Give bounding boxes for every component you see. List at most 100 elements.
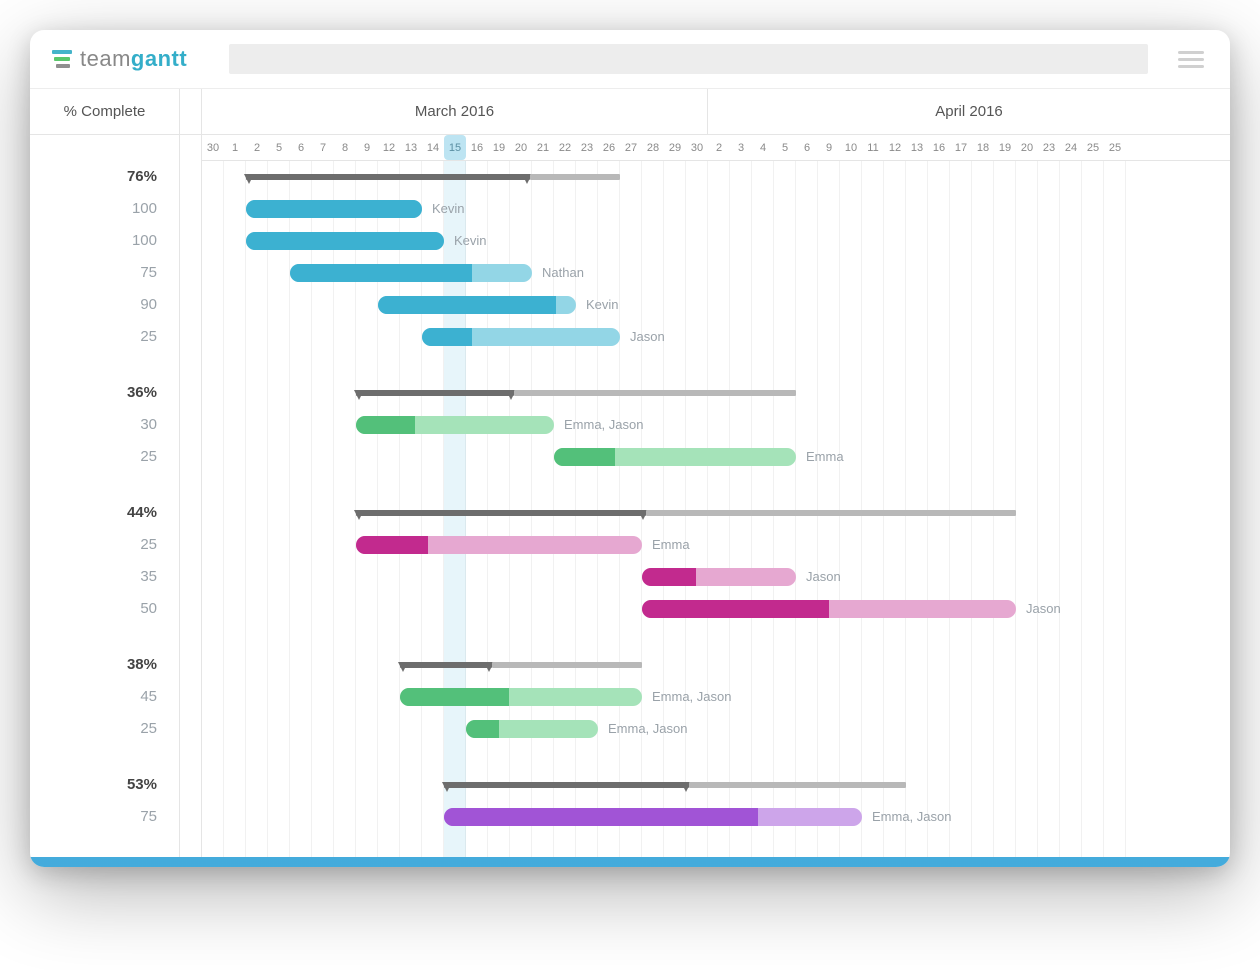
task-pct: 90	[30, 289, 179, 321]
task-row: Emma	[202, 529, 1230, 561]
task-bar[interactable]: Emma	[554, 448, 796, 466]
assignee-label: Emma	[806, 448, 844, 466]
task-row: Emma, Jason	[202, 801, 1230, 833]
task-bar-progress	[554, 448, 615, 466]
summary-bar-remaining[interactable]	[689, 782, 906, 788]
assignee-label: Kevin	[432, 200, 465, 218]
summary-bar-remaining[interactable]	[514, 390, 796, 396]
day-header-cell: 26	[598, 135, 620, 160]
task-bar[interactable]: Nathan	[290, 264, 532, 282]
day-header-cell: 25	[1082, 135, 1104, 160]
task-bar[interactable]: Emma, Jason	[444, 808, 862, 826]
day-header-cell: 23	[576, 135, 598, 160]
day-header-cell: 29	[664, 135, 686, 160]
task-pct: 25	[30, 713, 179, 745]
summary-bar[interactable]	[356, 390, 514, 396]
logo[interactable]: teamgantt	[52, 46, 187, 72]
summary-bar-remaining[interactable]	[646, 510, 1016, 516]
summary-row	[202, 161, 1230, 193]
task-pct: 100	[30, 193, 179, 225]
summary-bar[interactable]	[246, 174, 530, 180]
task-bar-progress	[642, 568, 696, 586]
task-bar[interactable]: Emma	[356, 536, 642, 554]
assignee-label: Emma, Jason	[608, 720, 687, 738]
task-pct: 30	[30, 409, 179, 441]
assignee-label: Kevin	[454, 232, 487, 250]
summary-row	[202, 649, 1230, 681]
task-row: Kevin	[202, 225, 1230, 257]
task-bar-progress	[290, 264, 472, 282]
day-header-cell: 24	[1060, 135, 1082, 160]
column-header: % Complete March 2016 April 2016	[30, 89, 1230, 135]
task-row: Emma, Jason	[202, 681, 1230, 713]
day-header-cell: 18	[972, 135, 994, 160]
assignee-label: Jason	[630, 328, 665, 346]
day-header-cell: 19	[488, 135, 510, 160]
task-bar[interactable]: Kevin	[246, 200, 422, 218]
pct-complete-header: % Complete	[30, 89, 180, 134]
summary-row	[202, 377, 1230, 409]
day-header-cell: 12	[884, 135, 906, 160]
logo-text: teamgantt	[80, 46, 187, 72]
month-header-2: April 2016	[708, 89, 1230, 134]
day-header-cell: 12	[378, 135, 400, 160]
day-header-cell: 23	[1038, 135, 1060, 160]
task-bar[interactable]: Jason	[642, 568, 796, 586]
menu-icon[interactable]	[1178, 51, 1204, 68]
task-bar-progress	[246, 200, 422, 218]
task-bar[interactable]: Emma, Jason	[356, 416, 554, 434]
task-bar-progress	[444, 808, 758, 826]
rows-area: KevinKevinNathanKevinJasonEmma, JasonEmm…	[202, 161, 1230, 857]
day-header-cell: 14	[422, 135, 444, 160]
day-header-cell: 21	[532, 135, 554, 160]
task-bar-progress	[356, 536, 428, 554]
task-bar-progress	[642, 600, 829, 618]
day-header-cell: 10	[840, 135, 862, 160]
bottom-glow	[30, 857, 1230, 867]
group-pct: 44%	[30, 497, 179, 529]
task-bar[interactable]: Jason	[642, 600, 1016, 618]
assignee-label: Emma, Jason	[564, 416, 643, 434]
summary-bar-remaining[interactable]	[492, 662, 642, 668]
day-header-cell: 30	[202, 135, 224, 160]
logo-mark-icon	[52, 50, 72, 68]
day-header-cell: 16	[928, 135, 950, 160]
task-pct: 75	[30, 257, 179, 289]
day-header: 3012567891213141516192021222326272829302…	[202, 135, 1230, 161]
task-bar[interactable]: Emma, Jason	[400, 688, 642, 706]
group-pct: 53%	[30, 769, 179, 801]
day-header-cell: 6	[290, 135, 312, 160]
day-header-cell: 16	[466, 135, 488, 160]
day-header-cell: 5	[774, 135, 796, 160]
day-header-cell: 9	[356, 135, 378, 160]
task-bar[interactable]: Emma, Jason	[466, 720, 598, 738]
day-header-cell: 27	[620, 135, 642, 160]
task-bar[interactable]: Kevin	[246, 232, 444, 250]
task-row: Emma, Jason	[202, 713, 1230, 745]
task-row: Kevin	[202, 193, 1230, 225]
task-bar[interactable]: Jason	[422, 328, 620, 346]
assignee-label: Emma	[652, 536, 690, 554]
task-row: Emma	[202, 441, 1230, 473]
timeline[interactable]: 3012567891213141516192021222326272829302…	[202, 135, 1230, 857]
assignee-label: Emma, Jason	[652, 688, 731, 706]
task-row: Jason	[202, 593, 1230, 625]
task-pct: 75	[30, 801, 179, 833]
summary-bar[interactable]	[400, 662, 492, 668]
group-pct: 76%	[30, 161, 179, 193]
day-header-cell: 1	[224, 135, 246, 160]
task-bar[interactable]: Kevin	[378, 296, 576, 314]
pct-column: 76%10010075902536%302544%25355038%452553…	[30, 135, 180, 857]
summary-bar-remaining[interactable]	[530, 174, 620, 180]
summary-bar[interactable]	[356, 510, 646, 516]
task-row: Kevin	[202, 289, 1230, 321]
chart-body: 76%10010075902536%302544%25355038%452553…	[30, 135, 1230, 857]
task-row: Jason	[202, 561, 1230, 593]
task-bar-progress	[400, 688, 509, 706]
day-header-cell: 2	[246, 135, 268, 160]
summary-bar[interactable]	[444, 782, 689, 788]
day-header-cell: 7	[312, 135, 334, 160]
day-header-cell: 2	[708, 135, 730, 160]
assignee-label: Nathan	[542, 264, 584, 282]
day-header-cell: 8	[334, 135, 356, 160]
